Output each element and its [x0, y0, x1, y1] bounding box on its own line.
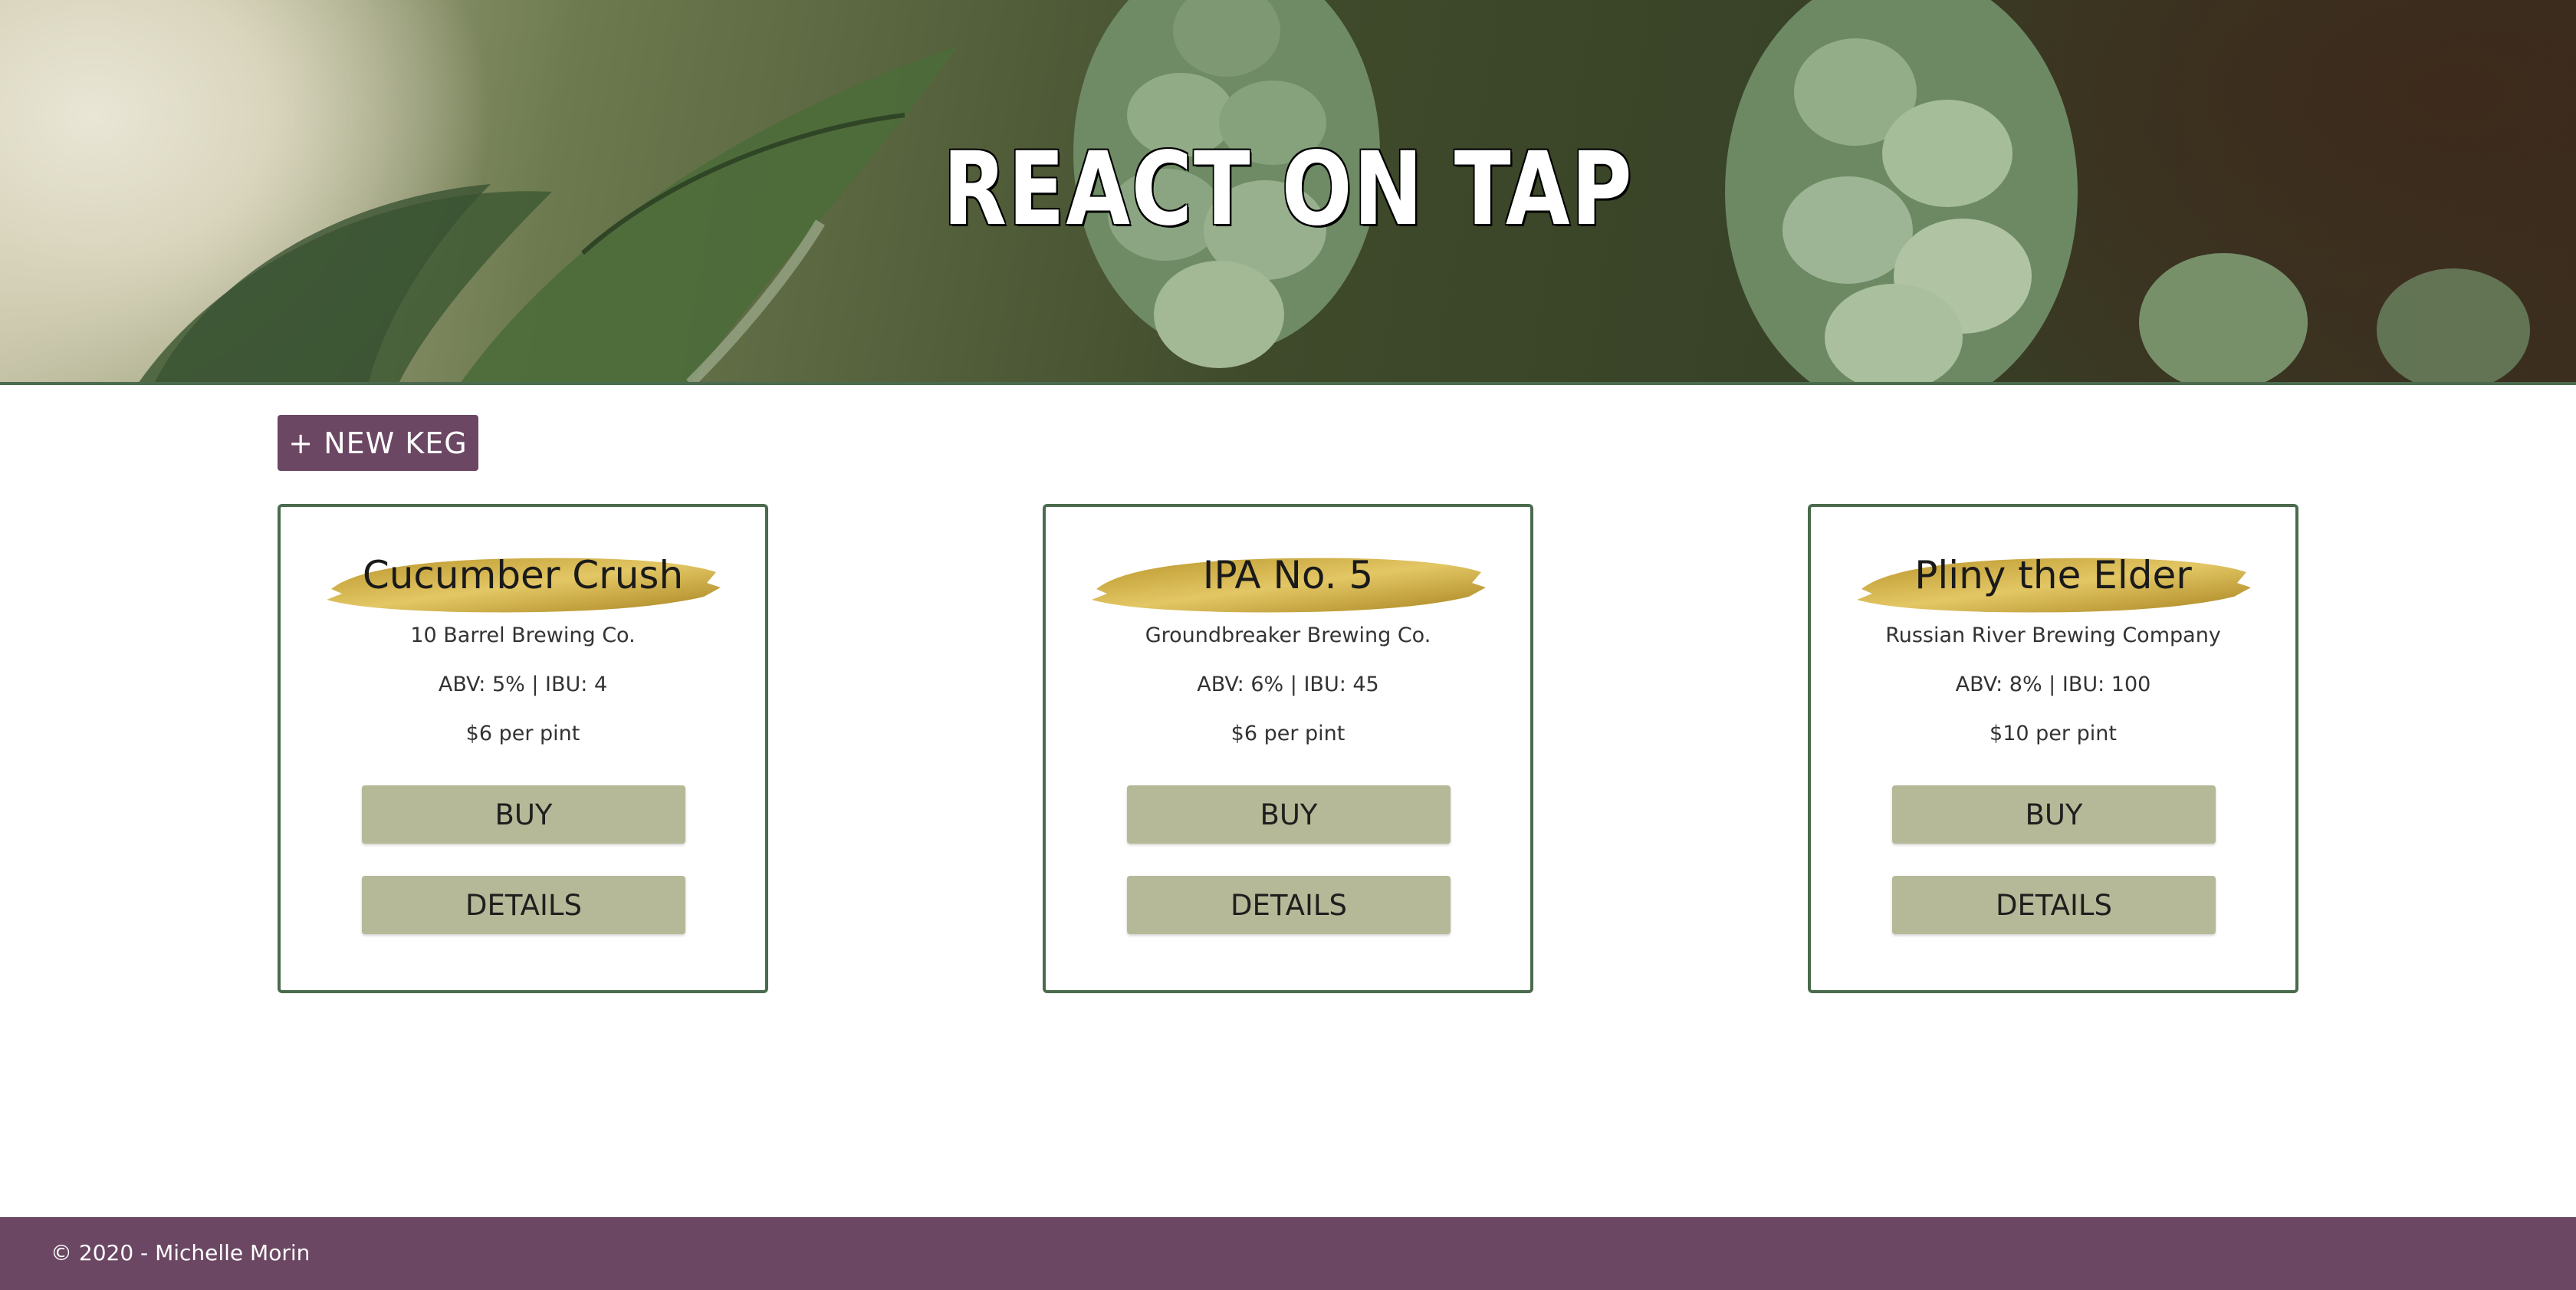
keg-brewery: Groundbreaker Brewing Co.: [1145, 624, 1431, 647]
copyright-text: © 2020 - Michelle Morin: [51, 1240, 310, 1265]
keg-name: Pliny the Elder: [1914, 553, 2192, 597]
keg-brewery: Russian River Brewing Company: [1885, 624, 2221, 647]
buy-button[interactable]: BUY: [1127, 785, 1451, 844]
details-button[interactable]: DETAILS: [1892, 876, 2216, 934]
site-title: REACT ON TAP: [942, 130, 1634, 248]
keg-card: IPA No. 5 Groundbreaker Brewing Co. ABV:…: [1043, 504, 1533, 993]
buy-button[interactable]: BUY: [362, 785, 685, 844]
details-button[interactable]: DETAILS: [362, 876, 685, 934]
keg-stats: ABV: 6% | IBU: 45: [1197, 673, 1379, 696]
keg-brewery: 10 Barrel Brewing Co.: [410, 624, 636, 647]
hero-banner: REACT ON TAP: [0, 0, 2576, 385]
keg-name: Cucumber Crush: [362, 553, 684, 597]
footer: © 2020 - Michelle Morin: [0, 1217, 2576, 1290]
keg-price: $10 per pint: [1990, 722, 2117, 745]
keg-card: Cucumber Crush 10 Barrel Brewing Co. ABV…: [278, 504, 768, 993]
keg-stats: ABV: 8% | IBU: 100: [1955, 673, 2151, 696]
keg-price: $6 per pint: [465, 722, 580, 745]
keg-name: IPA No. 5: [1202, 553, 1374, 597]
buy-button[interactable]: BUY: [1892, 785, 2216, 844]
keg-price: $6 per pint: [1230, 722, 1346, 745]
details-button[interactable]: DETAILS: [1127, 876, 1451, 934]
keg-stats: ABV: 5% | IBU: 4: [438, 673, 608, 696]
new-keg-button[interactable]: + NEW KEG: [278, 415, 478, 471]
keg-card: Pliny the Elder Russian River Brewing Co…: [1808, 504, 2298, 993]
